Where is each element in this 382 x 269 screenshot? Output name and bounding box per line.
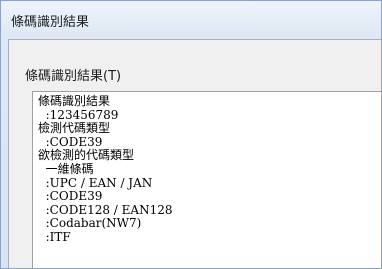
barcode-result-textbox[interactable]: 條碼識別結果 :123456789 檢測代碼類型 :CODE39 欲檢測的代碼類… — [32, 91, 381, 268]
result-group-label: 條碼識別結果(T) — [25, 69, 122, 84]
result-line: :CODE128 / EAN128 — [38, 202, 173, 217]
result-line: 欲檢測的代碼類型 — [38, 148, 135, 163]
result-line: 條碼識別結果 — [38, 94, 111, 108]
title-bar[interactable]: 條碼識別結果 — [1, 1, 381, 39]
window-title: 條碼識別結果 — [11, 15, 90, 30]
barcode-result-dialog: 條碼識別結果 條碼識別結果(T) 條碼識別結果 :123456789 檢測代碼類… — [0, 0, 382, 269]
result-line: :ITF — [38, 229, 71, 244]
result-lines-list: 條碼識別結果 :123456789 檢測代碼類型 :CODE39 欲檢測的代碼類… — [38, 94, 173, 245]
result-line: :CODE39 — [38, 189, 103, 204]
result-line: 檢測代碼類型 — [38, 121, 111, 136]
result-line: :Codabar(NW7) — [38, 216, 142, 231]
result-line: 一維條碼 — [38, 161, 94, 176]
result-line: :UPC / EAN / JAN — [38, 175, 153, 190]
